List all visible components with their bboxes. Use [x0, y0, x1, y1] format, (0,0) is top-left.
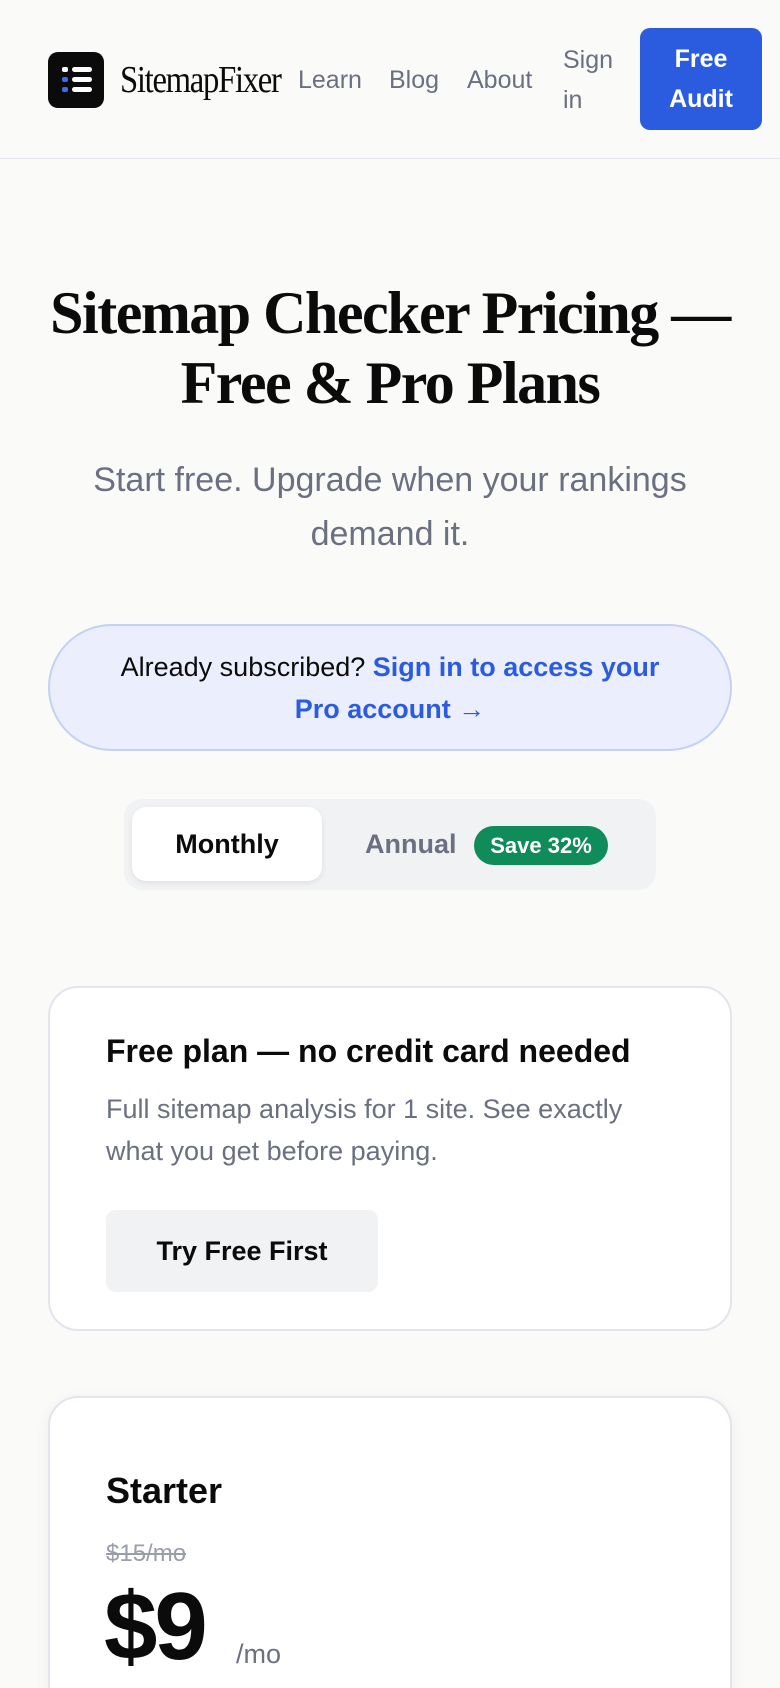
starter-price: $9 — [104, 1573, 208, 1680]
brand-name[interactable]: SitemapFixer — [120, 56, 282, 104]
starter-old-price: $15/mo — [106, 1540, 187, 1567]
page-subtitle: Start free. Upgrade when your rankings d… — [50, 453, 730, 561]
free-plan-description: Full sitemap analysis for 1 site. See ex… — [106, 1094, 623, 1166]
subtitle-line-2: demand it. — [310, 515, 470, 553]
nav-sign-in[interactable]: Sign in — [563, 40, 613, 120]
billing-annual-option[interactable]: Annual — [365, 807, 457, 881]
banner-text: Already subscribed? Sign in to access yo… — [100, 646, 680, 730]
free-plan-title: Free plan — no credit card needed — [106, 1033, 631, 1069]
sign-in-line-1: Sign — [563, 46, 614, 74]
nav-blog[interactable]: Blog — [389, 60, 439, 100]
cta-line-2: Audit — [669, 85, 733, 113]
subtitle-line-1: Start free. Upgrade when your rankings — [93, 461, 687, 499]
starter-price-period: /mo — [236, 1639, 282, 1669]
cta-line-1: Free — [674, 45, 728, 73]
sign-in-line-2: in — [563, 86, 583, 114]
banner-question: Already subscribed? — [120, 651, 373, 682]
billing-monthly-option[interactable]: Monthly — [132, 807, 322, 881]
subscriber-banner: Already subscribed? Sign in to access yo… — [48, 624, 732, 751]
title-line-1: Sitemap Checker Pricing — — [50, 280, 731, 346]
site-header: SitemapFixer Learn Blog About Sign in Fr… — [0, 0, 780, 159]
list-icon[interactable] — [48, 52, 104, 108]
title-line-2: Free & Pro Plans — [180, 350, 601, 416]
nav-about[interactable]: About — [467, 60, 532, 100]
billing-toggle: Monthly Annual Save 32% — [124, 799, 656, 890]
try-free-button[interactable]: Try Free First — [106, 1210, 378, 1292]
free-audit-button[interactable]: Free Audit — [640, 28, 762, 130]
nav-learn[interactable]: Learn — [298, 60, 362, 100]
starter-plan-name: Starter — [106, 1470, 223, 1511]
save-badge: Save 32% — [474, 826, 608, 865]
page-title: Sitemap Checker Pricing — Free & Pro Pla… — [40, 278, 740, 418]
starter-plan-card: Starter $15/mo $9 /mo — [48, 1396, 732, 1688]
free-plan-card: Free plan — no credit card needed Full s… — [48, 986, 732, 1331]
